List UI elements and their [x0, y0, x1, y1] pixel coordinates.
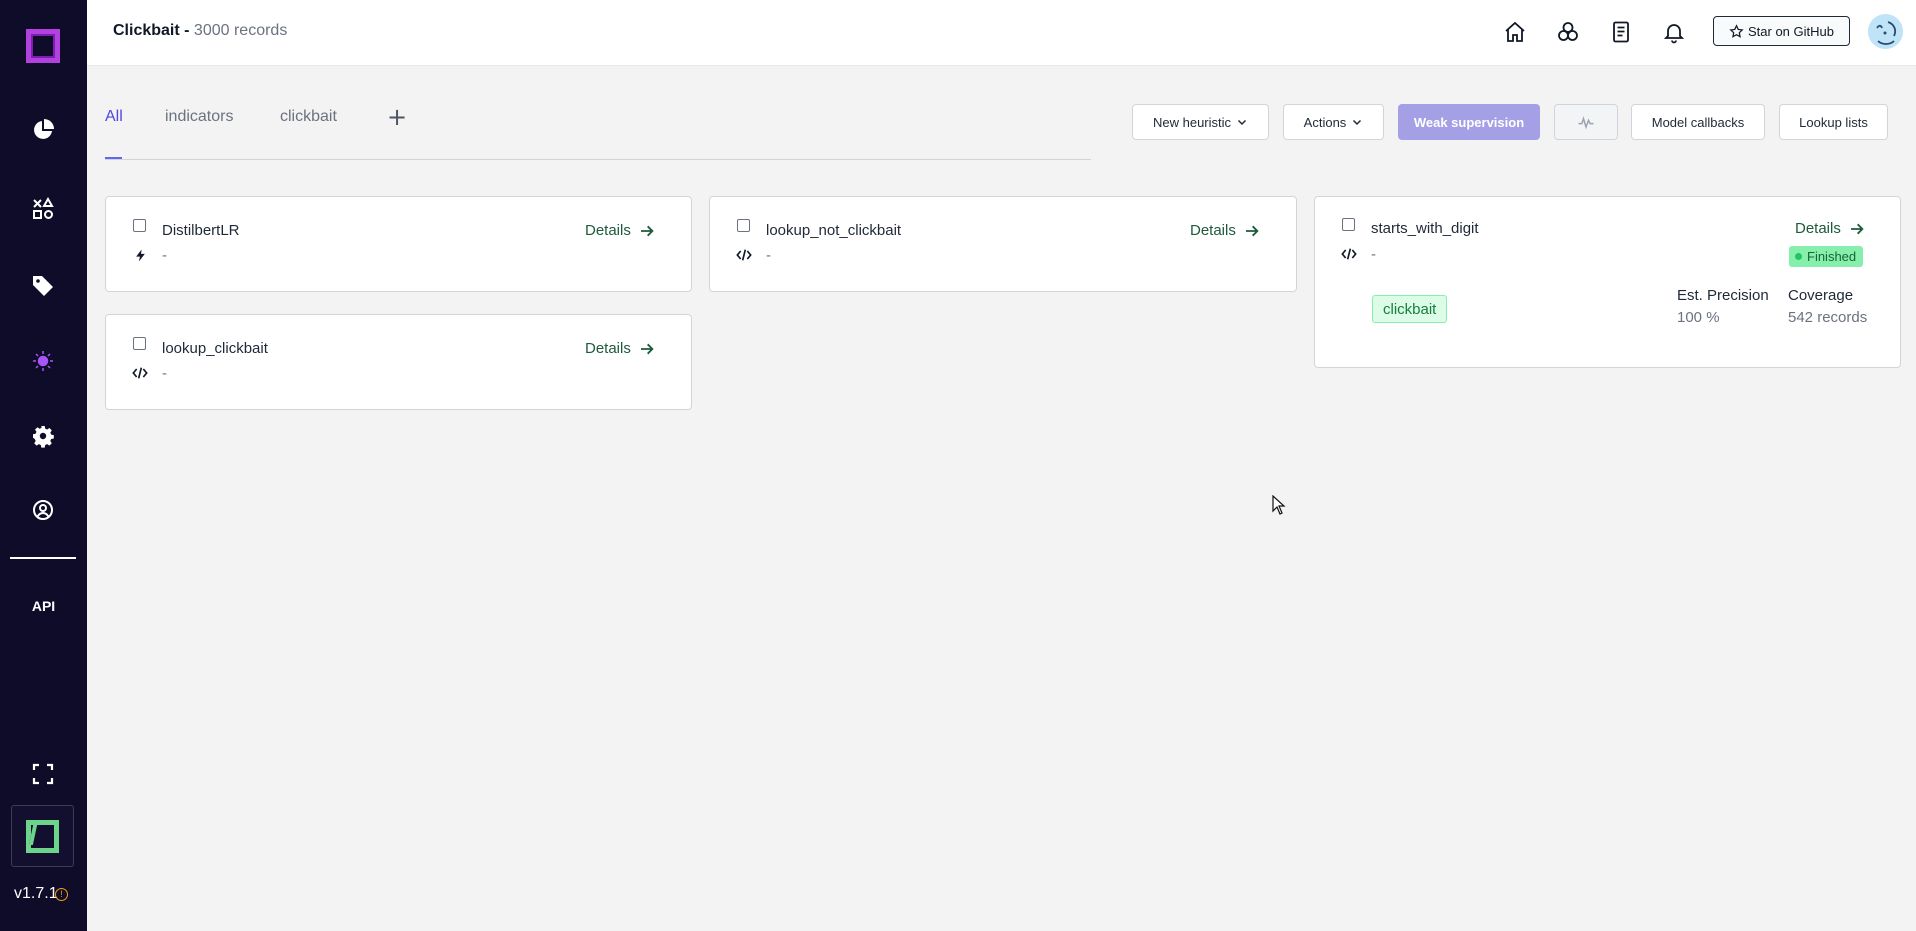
heuristic-card: starts_with_digit - Details Finished cli…: [1314, 196, 1901, 368]
community-icon[interactable]: [1553, 17, 1583, 47]
details-label: Details: [585, 340, 631, 357]
lookup-lists-button[interactable]: Lookup lists: [1779, 104, 1888, 140]
new-heuristic-label: New heuristic: [1152, 114, 1232, 130]
actions-button[interactable]: Actions: [1283, 104, 1384, 140]
weak-supervision-button[interactable]: Weak supervision: [1398, 104, 1540, 140]
arrow-right-icon: [640, 225, 654, 236]
fullscreen-icon[interactable]: [23, 754, 63, 794]
coverage-label: Coverage: [1788, 287, 1854, 304]
weak-supervision-label: Weak supervision: [1413, 114, 1525, 130]
details-link[interactable]: Details: [1795, 220, 1865, 237]
chevron-down-icon: [1237, 119, 1247, 126]
user-account-icon[interactable]: [23, 490, 63, 530]
heuristic-tabs: All indicators clickbait +: [105, 103, 1091, 160]
heuristics-bulb-icon[interactable]: [23, 341, 63, 381]
heuristic-select-checkbox[interactable]: [737, 219, 750, 232]
heuristic-card: lookup_not_clickbait - Details: [709, 196, 1297, 292]
lightning-icon: [131, 248, 149, 262]
active-tab-indicator: [105, 157, 122, 159]
user-avatar[interactable]: [1868, 14, 1903, 49]
coverage-value: 542 records: [1788, 309, 1868, 326]
tab-clickbait[interactable]: clickbait: [280, 108, 337, 126]
heuristic-name: lookup_clickbait: [162, 340, 268, 357]
mouse-cursor-icon: [1272, 495, 1286, 515]
heuristic-select-checkbox[interactable]: [133, 337, 146, 350]
chevron-down-icon: [1353, 119, 1362, 126]
heuristic-description: -: [162, 365, 167, 382]
arrow-right-icon: [1245, 225, 1259, 236]
heuristic-description: -: [162, 247, 167, 264]
code-icon: [131, 366, 149, 380]
actions-label: Actions: [1303, 114, 1347, 130]
home-icon[interactable]: [1500, 17, 1530, 47]
details-label: Details: [585, 222, 631, 239]
sidebar: API v1.7.1 !: [0, 0, 87, 931]
arrow-right-icon: [640, 343, 654, 354]
new-heuristic-button[interactable]: New heuristic: [1132, 104, 1269, 140]
star-on-github-button[interactable]: Star on GitHub: [1713, 16, 1850, 46]
add-tab-button[interactable]: +: [387, 103, 407, 131]
labeling-tag-icon[interactable]: [23, 265, 63, 305]
waveform-icon: [1578, 116, 1594, 130]
settings-gear-icon[interactable]: [23, 416, 63, 456]
project-name: Clickbait -: [113, 22, 190, 39]
heuristic-description: -: [1371, 246, 1376, 263]
overview-icon[interactable]: [23, 110, 63, 150]
sidebar-divider: [10, 557, 76, 559]
documentation-icon[interactable]: [1606, 17, 1636, 47]
tab-all[interactable]: All: [105, 108, 123, 126]
notifications-bell-icon[interactable]: [1659, 17, 1689, 47]
details-link[interactable]: Details: [1190, 222, 1260, 239]
heuristic-card: DistilbertLR - Details: [105, 196, 692, 292]
waveform-button[interactable]: [1554, 104, 1618, 140]
status-label: Finished: [1807, 249, 1857, 264]
heuristic-name: starts_with_digit: [1371, 220, 1479, 237]
details-link[interactable]: Details: [585, 222, 655, 239]
app-version: v1.7.1: [14, 885, 58, 902]
top-header: Clickbait - 3000 records Star on GitHub: [87, 0, 1916, 66]
code-icon: [1340, 247, 1358, 261]
heuristic-card: lookup_clickbait - Details: [105, 314, 692, 410]
precision-value: 100 %: [1677, 309, 1720, 326]
model-callbacks-label: Model callbacks: [1651, 114, 1745, 130]
heuristic-select-checkbox[interactable]: [1342, 218, 1355, 231]
kern-brand-logo[interactable]: [11, 805, 74, 867]
label-badge: clickbait: [1372, 295, 1448, 323]
precision-label: Est. Precision: [1677, 287, 1769, 304]
model-callbacks-button[interactable]: Model callbacks: [1631, 104, 1765, 140]
lookup-lists-label: Lookup lists: [1799, 114, 1868, 130]
heuristic-description: -: [766, 247, 771, 264]
star-icon: [1729, 23, 1744, 38]
data-browser-icon[interactable]: [23, 189, 63, 229]
details-link[interactable]: Details: [585, 340, 655, 357]
record-count: 3000 records: [193, 22, 288, 39]
tab-indicators[interactable]: indicators: [165, 108, 233, 126]
code-icon: [735, 248, 753, 262]
github-button-label: Star on GitHub: [1748, 23, 1834, 39]
details-label: Details: [1190, 222, 1236, 239]
details-label: Details: [1795, 220, 1841, 237]
app-logo[interactable]: [26, 29, 60, 63]
heuristic-select-checkbox[interactable]: [133, 219, 146, 232]
version-info-icon[interactable]: !: [55, 888, 68, 901]
page-title: Clickbait - 3000 records: [113, 22, 287, 40]
heuristic-name: lookup_not_clickbait: [766, 222, 902, 239]
status-badge: Finished: [1789, 246, 1864, 267]
heuristic-name: DistilbertLR: [162, 222, 240, 239]
arrow-right-icon: [1850, 223, 1864, 234]
status-dot-icon: [1795, 253, 1802, 260]
api-link[interactable]: API: [0, 598, 87, 614]
